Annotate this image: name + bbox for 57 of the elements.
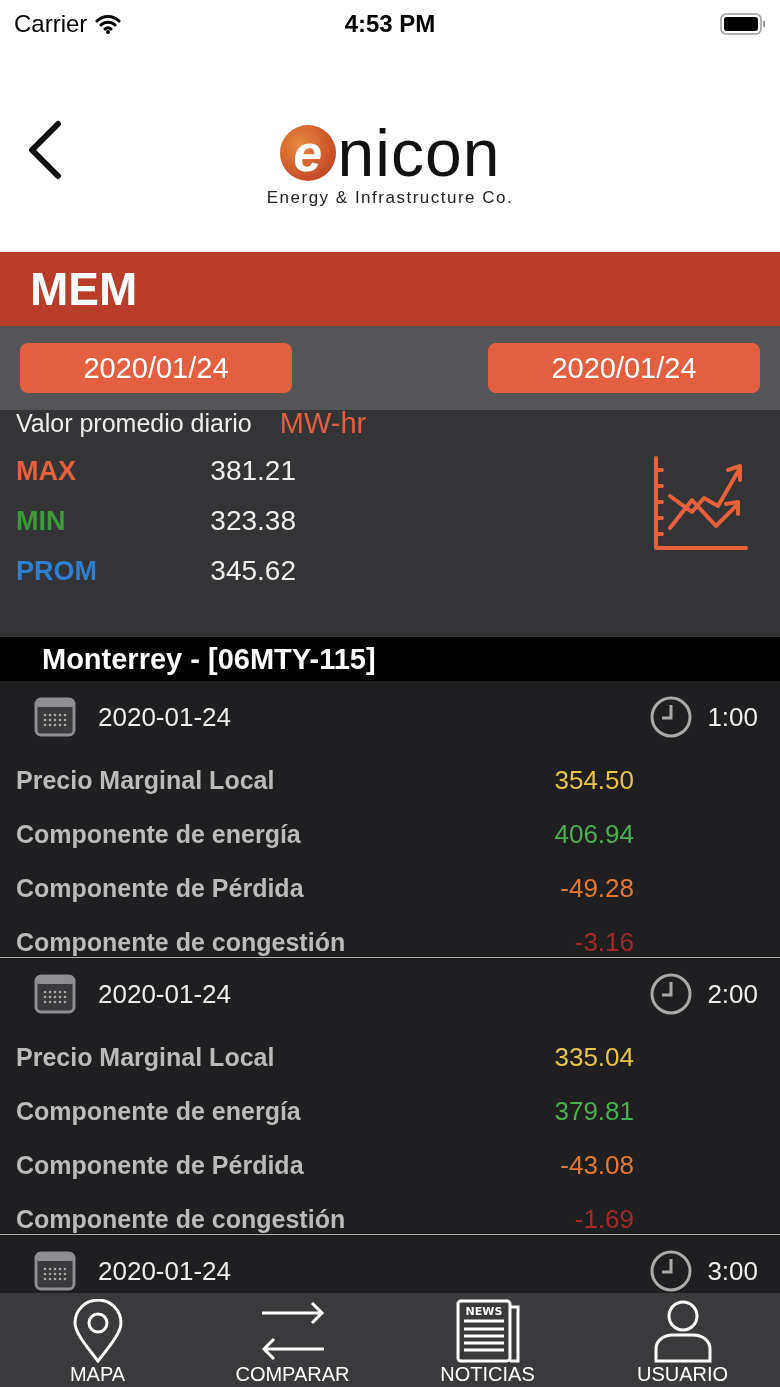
news-label: NEWS [465, 1305, 502, 1318]
price-label: Componente de Pérdida [16, 873, 304, 903]
entry-date: 2020-01-24 [98, 701, 231, 733]
carrier-name: Carrier [14, 10, 88, 38]
clock-icon [649, 695, 694, 739]
wifi-icon [95, 14, 122, 34]
price-label: Componente de congestión [16, 1204, 346, 1234]
entry-time: 1:00 [707, 701, 758, 733]
status-time: 4:53 PM [344, 10, 436, 38]
stat-label: MIN [16, 505, 66, 537]
price-value: -3.16 [574, 926, 634, 958]
tab-item[interactable]: USUARIO [602, 1299, 763, 1385]
entry-time: 2:00 [707, 978, 758, 1010]
price-label: Componente de Pérdida [16, 1150, 304, 1180]
back-icon[interactable] [26, 120, 62, 180]
clock-icon [649, 972, 694, 1016]
tab-item[interactable]: COMPARAR [212, 1299, 373, 1385]
logo-mark: e [279, 125, 336, 181]
price-value: 354.50 [554, 764, 634, 796]
logo-tagline: Energy & Infrastructure Co. [266, 188, 514, 208]
tab-item[interactable]: MAPA [17, 1299, 178, 1385]
price-value: 406.94 [554, 818, 634, 850]
unit-label: MW-hr [279, 407, 367, 440]
price-label: Componente de congestión [16, 927, 346, 957]
date-button[interactable]: 2020/01/24 [20, 343, 292, 393]
clock-icon [649, 1249, 694, 1293]
line-chart-icon[interactable] [652, 455, 750, 552]
tab-item[interactable]: NEWS NOTICIAS [407, 1299, 568, 1385]
price-label: Precio Marginal Local [16, 1042, 275, 1072]
title-bar: MEM [0, 252, 780, 326]
stat-label: MAX [16, 455, 76, 487]
price-value: -43.08 [560, 1149, 634, 1181]
price-value: 379.81 [554, 1095, 634, 1127]
stat-value: 345.62 [210, 555, 296, 587]
logo-name: nicon [337, 120, 501, 186]
price-value: 335.04 [554, 1041, 634, 1073]
calendar-icon [34, 974, 76, 1014]
entry-date: 2020-01-24 [98, 1255, 231, 1287]
stat-value: 381.21 [210, 455, 296, 487]
summary-label: Valor promedio diario [16, 409, 252, 438]
map-pin-icon [71, 1299, 124, 1363]
stat-label: PROM [16, 555, 97, 587]
price-value: -49.28 [560, 872, 634, 904]
location-header: Monterrey - [06MTY-115] [0, 637, 780, 681]
calendar-icon [34, 697, 76, 737]
price-label: Componente de energía [16, 819, 301, 849]
battery-icon [720, 13, 766, 35]
price-label: Precio Marginal Local [16, 765, 275, 795]
price-label: Componente de energía [16, 1096, 301, 1126]
entry-time: 3:00 [707, 1255, 758, 1287]
price-value: -1.69 [574, 1203, 634, 1235]
stat-value: 323.38 [210, 505, 296, 537]
date-button[interactable]: 2020/01/24 [488, 343, 760, 393]
entry-date: 2020-01-24 [98, 978, 231, 1010]
user-icon [652, 1299, 713, 1363]
calendar-icon [34, 1251, 76, 1291]
swap-arrows-icon [259, 1299, 326, 1363]
